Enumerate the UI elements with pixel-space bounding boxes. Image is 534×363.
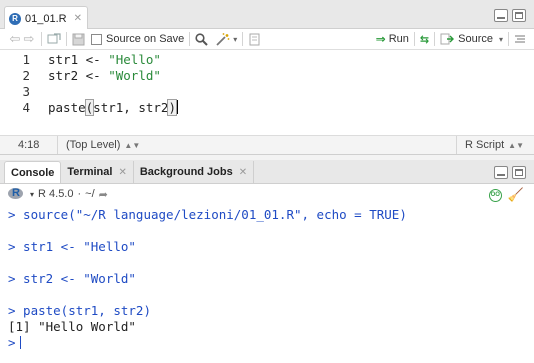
source-button[interactable]: Source ▾: [440, 30, 503, 48]
code-token: str1 <-: [48, 52, 109, 67]
run-arrow-icon: ⇒: [375, 32, 386, 46]
save-button[interactable]: [72, 30, 85, 48]
back-arrow-icon[interactable]: ⇦: [8, 31, 22, 47]
separator-dot: ·: [77, 188, 82, 200]
file-tab-label: 01_01.R: [25, 12, 67, 25]
console-output[interactable]: > source("~/R language/lezioni/01_01.R",…: [0, 204, 534, 363]
editor-pane: R 01_01.R ✕ ⇦ ⇨ Source on Save ▾ ⇒ Run ⇆…: [0, 0, 534, 155]
code-token: str1, str2: [93, 100, 169, 115]
code-token: paste: [48, 100, 86, 115]
code-editor[interactable]: 1 2 3 4 str1 <- "Hello" str2 <- "World" …: [0, 50, 534, 135]
line-number: 3: [22, 84, 30, 99]
toolbar-divider: [508, 32, 509, 46]
code-tools-button[interactable]: ▾: [216, 30, 237, 48]
tab-label: Console: [11, 166, 55, 179]
close-icon[interactable]: ✕: [118, 167, 126, 178]
tab-console[interactable]: Console: [4, 161, 62, 183]
find-replace-button[interactable]: [195, 30, 208, 48]
console-info-bar: R ▾ R 4.5.0 · ~/ ➦ OO 🧹: [0, 184, 534, 204]
toolbar-divider: [66, 32, 67, 46]
close-icon[interactable]: ✕: [239, 167, 247, 178]
console-pane: Console Terminal ✕ Background Jobs ✕ R ▾…: [0, 160, 534, 363]
rerun-icon: ⇆: [419, 33, 430, 46]
tab-label: Background Jobs: [139, 166, 233, 178]
run-label: Run: [388, 33, 409, 45]
scope-selector[interactable]: (Top Level) ▲▼: [58, 139, 140, 151]
maximize-pane-button[interactable]: [512, 166, 526, 179]
text-cursor: [19, 336, 21, 349]
source-label: Source: [458, 33, 493, 45]
tab-terminal[interactable]: Terminal ✕: [61, 161, 134, 183]
toolbar-divider: [434, 32, 436, 46]
working-directory[interactable]: ~/: [85, 188, 94, 200]
source-on-save-label: Source on Save: [106, 33, 185, 45]
editor-file-tab[interactable]: R 01_01.R ✕: [4, 6, 88, 30]
minimize-pane-button[interactable]: [494, 166, 508, 179]
console-tabbar: Console Terminal ✕ Background Jobs ✕: [0, 160, 534, 184]
editor-toolbar: ⇦ ⇨ Source on Save ▾ ⇒ Run ⇆ Source ▾: [0, 29, 534, 50]
console-prompt-line[interactable]: >: [8, 335, 21, 351]
search-icon: [195, 32, 208, 46]
tab-background-jobs[interactable]: Background Jobs ✕: [134, 161, 255, 183]
outline-icon: [515, 35, 525, 42]
text-cursor: [176, 100, 178, 114]
console-line: > str1 <- "Hello": [8, 239, 136, 254]
editor-tabbar: R 01_01.R ✕: [0, 0, 534, 30]
r-file-icon: R: [9, 12, 21, 25]
console-line: > str2 <- "World": [8, 271, 136, 286]
compile-report-button[interactable]: [248, 30, 260, 48]
go-to-directory-icon[interactable]: ➦: [99, 188, 108, 201]
line-number: 4: [22, 100, 30, 115]
line-number: 1: [22, 52, 30, 67]
minimize-pane-button[interactable]: [494, 9, 508, 22]
source-icon: [440, 33, 455, 45]
maximize-pane-button[interactable]: [512, 9, 526, 22]
toolbar-divider: [413, 32, 415, 46]
updown-icon: ▲▼: [124, 140, 141, 150]
console-prompt: >: [8, 335, 16, 350]
cursor-position: 4:18: [0, 136, 58, 154]
r-version: R 4.5.0: [38, 188, 74, 200]
console-line: > source("~/R language/lezioni/01_01.R",…: [8, 207, 407, 222]
close-icon[interactable]: ✕: [74, 13, 82, 24]
save-icon: [72, 33, 85, 45]
line-number-gutter: 1 2 3 4: [0, 50, 38, 135]
matched-paren: ): [167, 99, 177, 116]
chevron-down-icon: ▾: [233, 34, 238, 44]
toolbar-divider: [189, 32, 191, 46]
console-line: > paste(str1, str2): [8, 303, 151, 318]
tab-label: Terminal: [67, 166, 113, 178]
updown-icon: ▲▼: [508, 140, 524, 150]
string-literal: "Hello": [108, 52, 161, 67]
r-logo-icon: R: [8, 187, 24, 200]
line-number: 2: [22, 68, 30, 83]
stop-icon[interactable]: OO: [488, 188, 502, 202]
editor-statusbar: 4:18 (Top Level) ▲▼ R Script ▲▼: [0, 135, 534, 155]
source-on-save-checkbox[interactable]: [91, 33, 102, 45]
show-in-window-button[interactable]: [47, 30, 61, 48]
toolbar-divider: [41, 32, 42, 46]
run-button[interactable]: ⇒ Run: [376, 30, 409, 48]
file-type-selector[interactable]: R Script ▲▼: [456, 136, 534, 154]
document-outline-button[interactable]: [514, 30, 526, 48]
code-line-1: str1 <- "Hello": [48, 52, 161, 68]
magic-wand-icon: [216, 32, 230, 46]
forward-arrow-icon[interactable]: ⇨: [22, 31, 36, 47]
rerun-button[interactable]: ⇆: [420, 30, 429, 48]
toolbar-divider: [242, 32, 244, 46]
source-on-save-toggle[interactable]: Source on Save: [91, 30, 184, 48]
code-line-4: paste(str1, str2): [48, 99, 178, 116]
scope-label: (Top Level): [66, 139, 121, 151]
broom-icon[interactable]: 🧹: [508, 187, 524, 203]
file-type-label: R Script: [465, 139, 505, 151]
show-in-window-icon: [47, 33, 61, 44]
string-literal: "World": [108, 68, 161, 83]
chevron-down-icon: ▾: [498, 34, 503, 44]
console-output-line: [1] "Hello World": [8, 319, 136, 334]
chevron-down-icon[interactable]: ▾: [30, 190, 34, 199]
code-token: str2 <-: [48, 68, 109, 83]
notebook-icon: [249, 33, 260, 45]
code-line-2: str2 <- "World": [48, 68, 161, 84]
